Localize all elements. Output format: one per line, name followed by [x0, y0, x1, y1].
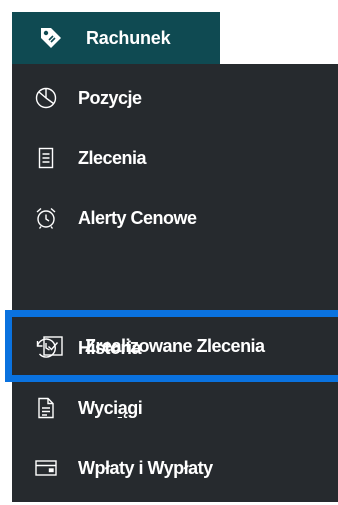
pie-chart-icon — [34, 86, 58, 110]
sidebar-menu: Pozycje Zlecenia Alerty Cenowe Zrealizow… — [5, 64, 338, 502]
document-icon — [34, 146, 58, 170]
statement-icon — [34, 396, 58, 420]
sidebar-item-label: Wyciągi — [78, 397, 143, 418]
sidebar-item-price-alerts[interactable]: Alerty Cenowe — [12, 190, 338, 246]
tag-icon — [41, 28, 61, 48]
header-title: Rachunek — [86, 27, 171, 48]
card-icon — [34, 456, 58, 480]
sidebar-item-label: Zlecenia — [78, 147, 147, 168]
sidebar-item-label: Historia — [78, 337, 142, 358]
account-header[interactable]: Rachunek — [12, 12, 220, 64]
sidebar-item-label: Alerty Cenowe — [78, 207, 197, 228]
sidebar-item-history[interactable]: Historia — [12, 320, 338, 376]
sidebar-item-deposits-withdrawals[interactable]: Wpłaty i Wypłaty — [12, 440, 338, 496]
sidebar-item-label: Wpłaty i Wypłaty — [78, 457, 213, 478]
alarm-clock-icon — [34, 206, 58, 230]
sidebar-item-orders[interactable]: Zlecenia — [12, 130, 338, 186]
sidebar-item-statements[interactable]: Wyciągi — [12, 380, 338, 436]
sidebar-item-positions[interactable]: Pozycje — [12, 70, 338, 126]
history-icon — [34, 336, 58, 360]
sidebar-item-label: Pozycje — [78, 87, 142, 108]
